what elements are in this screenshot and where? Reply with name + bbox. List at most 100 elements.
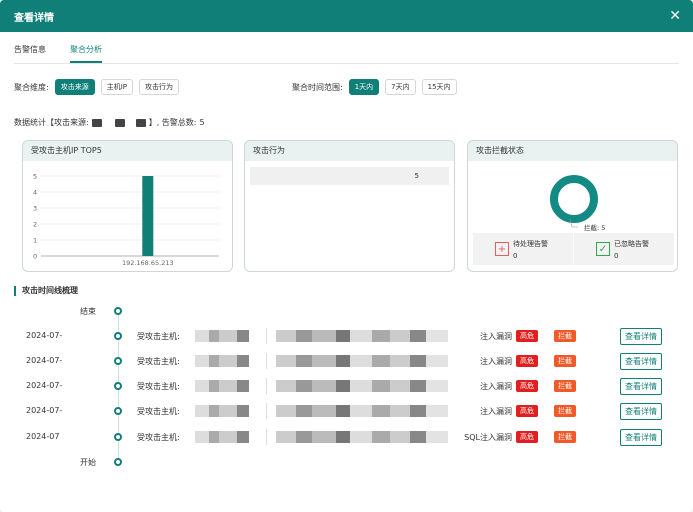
timeline-dot [114, 307, 122, 315]
timeline-row: 2024-07- 受攻击主机: 注入漏洞 高危 拦截 查看详情 [0, 353, 693, 370]
dimension-attack-behavior[interactable]: 攻击行为 [139, 79, 179, 95]
stats-summary: 数据统计【攻击来源: 】, 告警总数: 5 [14, 117, 205, 128]
timeline-separator [266, 353, 267, 369]
tab-aggregate-analysis[interactable]: 聚合分析 [70, 40, 102, 63]
details-dialog: 查看详情 ✕ 告警信息 聚合分析 聚合维度: 攻击来源 主机IP 攻击行为 聚合… [0, 0, 693, 512]
timeline-vuln: SQL注入漏洞 [464, 433, 512, 442]
behavior-card-title: 攻击行为 [245, 141, 454, 161]
timeline-row: 2024-07- 受攻击主机: 注入漏洞 高危 拦截 查看详情 [0, 378, 693, 395]
timeline-date: 2024-07 [26, 432, 60, 441]
timeline-end-label: 结束 [80, 307, 96, 316]
time-15-days[interactable]: 15天内 [421, 79, 457, 95]
block-status-card: 攻击拦截状态 拦截: 5 + 待处理告警 0 ✓ 已忽略告警 0 [467, 140, 678, 272]
view-details-button[interactable]: 查看详情 [620, 403, 662, 420]
timeline-separator [266, 378, 267, 394]
timeline-host-label: 受攻击主机: [137, 332, 180, 341]
redacted-block [276, 355, 448, 367]
block-donut-chart: 拦截: 5 [550, 175, 605, 231]
dimension-host-ip[interactable]: 主机IP [100, 79, 133, 95]
ignored-alerts-box[interactable]: ✓ 已忽略告警 0 [574, 233, 674, 265]
stats-suffix: 】, 告警总数: [148, 118, 197, 127]
timeline-separator [266, 429, 267, 445]
dialog-header: 查看详情 ✕ [0, 0, 693, 32]
close-icon[interactable]: ✕ [669, 8, 681, 24]
risk-badge: 高危 [516, 380, 538, 392]
pending-count: 0 [513, 251, 518, 260]
stats-total: 5 [199, 118, 205, 127]
ignored-label: 已忽略告警 [614, 239, 649, 248]
top5-bar-chart: 0 1 2 3 4 5 192.168.65.213 [33, 173, 219, 267]
block-status-card-title: 攻击拦截状态 [468, 141, 677, 161]
check-icon: ✓ [596, 242, 610, 256]
ignored-count: 0 [614, 251, 619, 260]
donut-label: 拦截: 5 [584, 223, 605, 231]
view-details-button[interactable]: 查看详情 [620, 353, 662, 370]
redacted-block [195, 380, 249, 392]
timeline-date: 2024-07- [26, 331, 63, 340]
top5-card: 受攻击主机IP TOP5 0 1 2 3 4 5 192.168.65.213 [22, 140, 233, 272]
timeline-end-row: 结束 [0, 303, 693, 319]
redacted-block [195, 330, 249, 342]
behavior-count: 5 [414, 172, 419, 180]
redacted-block [195, 405, 249, 417]
timeline-host-label: 受攻击主机: [137, 433, 180, 442]
redacted-block [91, 118, 102, 127]
behavior-row: 5 [250, 167, 449, 185]
timeline-vuln: 注入漏洞 [480, 382, 512, 391]
dimension-attack-source[interactable]: 攻击来源 [54, 79, 95, 95]
blocked-badge: 拦截 [554, 431, 576, 443]
timeline-dot [114, 433, 122, 441]
stats-prefix: 数据统计【攻击来源: [14, 118, 89, 127]
bar[interactable] [142, 176, 154, 256]
timeline-date: 2024-07- [26, 381, 63, 390]
redacted-block [276, 431, 448, 443]
pending-alert-icon: + [495, 242, 509, 256]
blocked-badge: 拦截 [554, 405, 576, 417]
timeline-dot [114, 357, 122, 365]
view-details-button[interactable]: 查看详情 [620, 429, 662, 446]
timeline-dot [114, 382, 122, 390]
timeline-dot [114, 458, 122, 466]
tab-bar: 告警信息 聚合分析 [14, 40, 679, 64]
risk-badge: 高危 [516, 330, 538, 342]
time-1-day[interactable]: 1天内 [348, 79, 380, 95]
tab-alert-info[interactable]: 告警信息 [14, 40, 46, 63]
blocked-badge: 拦截 [554, 355, 576, 367]
view-details-button[interactable]: 查看详情 [620, 328, 662, 345]
time-7-days[interactable]: 7天内 [385, 79, 416, 95]
timeline-row: 2024-07 受攻击主机: SQL注入漏洞 高危 拦截 查看详情 [0, 429, 693, 446]
blocked-badge: 拦截 [554, 380, 576, 392]
timeline-host-label: 受攻击主机: [137, 382, 180, 391]
redacted-block [276, 405, 448, 417]
y-tick-label: 5 [33, 173, 37, 181]
timeline-date: 2024-07- [26, 356, 63, 365]
timeline-date: 2024-07- [26, 406, 63, 415]
timeline-host-label: 受攻击主机: [137, 407, 180, 416]
risk-badge: 高危 [516, 355, 538, 367]
y-tick-label: 4 [33, 189, 37, 197]
y-tick-label: 2 [33, 221, 37, 229]
dimension-label: 聚合维度: [14, 82, 49, 92]
timeline-row: 2024-07- 受攻击主机: 注入漏洞 高危 拦截 查看详情 [0, 403, 693, 420]
donut-ring [550, 175, 598, 223]
timeline-dot [114, 407, 122, 415]
time-range-label: 聚合时间范围: [292, 82, 343, 92]
timeline-dot [114, 332, 122, 340]
pending-alerts-box[interactable]: + 待处理告警 0 [473, 233, 573, 265]
view-details-button[interactable]: 查看详情 [620, 378, 662, 395]
timeline-section-title: 攻击时间线梳理 [14, 286, 78, 296]
timeline-separator [266, 403, 267, 419]
redacted-block [276, 330, 448, 342]
risk-badge: 高危 [516, 431, 538, 443]
time-range-filter: 聚合时间范围: 1天内 7天内 15天内 [292, 79, 457, 95]
redacted-block [114, 118, 125, 127]
behavior-card: 攻击行为 5 [244, 140, 455, 272]
timeline-vuln: 注入漏洞 [480, 407, 512, 416]
timeline-vuln: 注入漏洞 [480, 332, 512, 341]
timeline-host-label: 受攻击主机: [137, 357, 180, 366]
dialog-title: 查看详情 [14, 12, 54, 24]
timeline-row: 2024-07- 受攻击主机: 注入漏洞 高危 拦截 查看详情 [0, 328, 693, 345]
timeline-vuln: 注入漏洞 [480, 357, 512, 366]
timeline-start-row: 开始 [0, 454, 693, 470]
pending-label: 待处理告警 [513, 239, 548, 248]
